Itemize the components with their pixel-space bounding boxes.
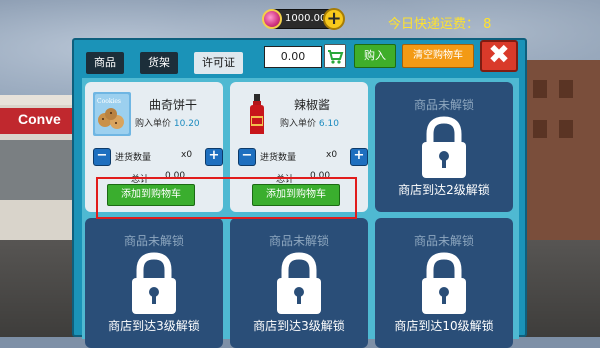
- building-window: [533, 80, 547, 98]
- unit-price-label: 购入单价: [280, 119, 317, 129]
- unit-price-row: 购入单价 6.10: [280, 116, 339, 129]
- increase-quantity-button[interactable]: +: [350, 148, 368, 166]
- delivery-fee-label: 今日快递运费： 8: [388, 17, 492, 32]
- product-name: 辣椒酱: [294, 98, 331, 112]
- unit-price-value: 10.20: [173, 119, 200, 129]
- unlock-requirement: 商店到达3级解锁: [108, 319, 200, 333]
- add-coins-button[interactable]: +: [323, 8, 345, 30]
- building-window: [533, 120, 547, 138]
- cart-total-field: 0.00: [264, 46, 322, 68]
- tab-goods[interactable]: 商品: [86, 52, 124, 74]
- unlock-requirement: 商店到达3级解锁: [253, 319, 345, 333]
- clear-cart-button[interactable]: 清空购物车: [402, 44, 474, 68]
- product-name: 曲奇饼干: [149, 98, 198, 112]
- quantity-stepper: − 进货数量 x0 +: [234, 148, 368, 166]
- locked-title: 商品未解锁: [123, 234, 184, 248]
- highlight-outline: [96, 177, 357, 219]
- locked-product-card: 商品未解锁 商店到达3级解锁: [230, 218, 368, 348]
- decrease-quantity-button[interactable]: −: [238, 148, 256, 166]
- unit-price-value: 6.10: [318, 119, 339, 129]
- unlock-requirement: 商店到达10级解锁: [394, 319, 494, 333]
- cart-icon: [325, 45, 345, 67]
- padlock-icon: [277, 252, 321, 314]
- locked-title: 商品未解锁: [413, 234, 474, 248]
- tab-shelves[interactable]: 货架: [140, 52, 178, 74]
- padlock-icon: [422, 116, 466, 178]
- chili-sauce-image: [238, 92, 276, 136]
- locked-title: 商品未解锁: [268, 234, 329, 248]
- store-window: [0, 140, 72, 200]
- padlock-icon: [132, 252, 176, 314]
- unlock-requirement: 商店到达2级解锁: [398, 183, 490, 197]
- quantity-label: 进货数量: [115, 153, 152, 163]
- close-icon[interactable]: ✖: [480, 40, 518, 72]
- locked-product-card: 商品未解锁 商店到达3级解锁: [85, 218, 223, 348]
- coin-icon: [262, 9, 282, 29]
- locked-product-card: 商品未解锁 商店到达2级解锁: [375, 82, 513, 212]
- store-sign: Conve: [0, 108, 72, 134]
- brick-building: [525, 60, 600, 250]
- building-window: [559, 80, 573, 98]
- store-roof: [0, 95, 72, 105]
- quantity-value: x0: [326, 150, 338, 160]
- cart-button[interactable]: [324, 44, 346, 68]
- quantity-value: x0: [181, 150, 193, 160]
- locked-title: 商品未解锁: [413, 98, 474, 112]
- cookies-package-label: Cookies: [97, 98, 121, 105]
- tab-licenses[interactable]: 许可证: [194, 52, 243, 74]
- buy-button[interactable]: 购入: [354, 44, 396, 68]
- building-window: [559, 120, 573, 138]
- decrease-quantity-button[interactable]: −: [93, 148, 111, 166]
- padlock-icon: [422, 252, 466, 314]
- quantity-stepper: − 进货数量 x0 +: [89, 148, 223, 166]
- unit-price-row: 购入单价 10.20: [135, 116, 200, 129]
- unit-price-label: 购入单价: [135, 119, 172, 129]
- coin-balance: 1000.00: [285, 13, 327, 24]
- cookies-image: Cookies: [93, 92, 131, 136]
- increase-quantity-button[interactable]: +: [205, 148, 223, 166]
- quantity-label: 进货数量: [260, 153, 297, 163]
- locked-product-card: 商品未解锁 商店到达10级解锁: [375, 218, 513, 348]
